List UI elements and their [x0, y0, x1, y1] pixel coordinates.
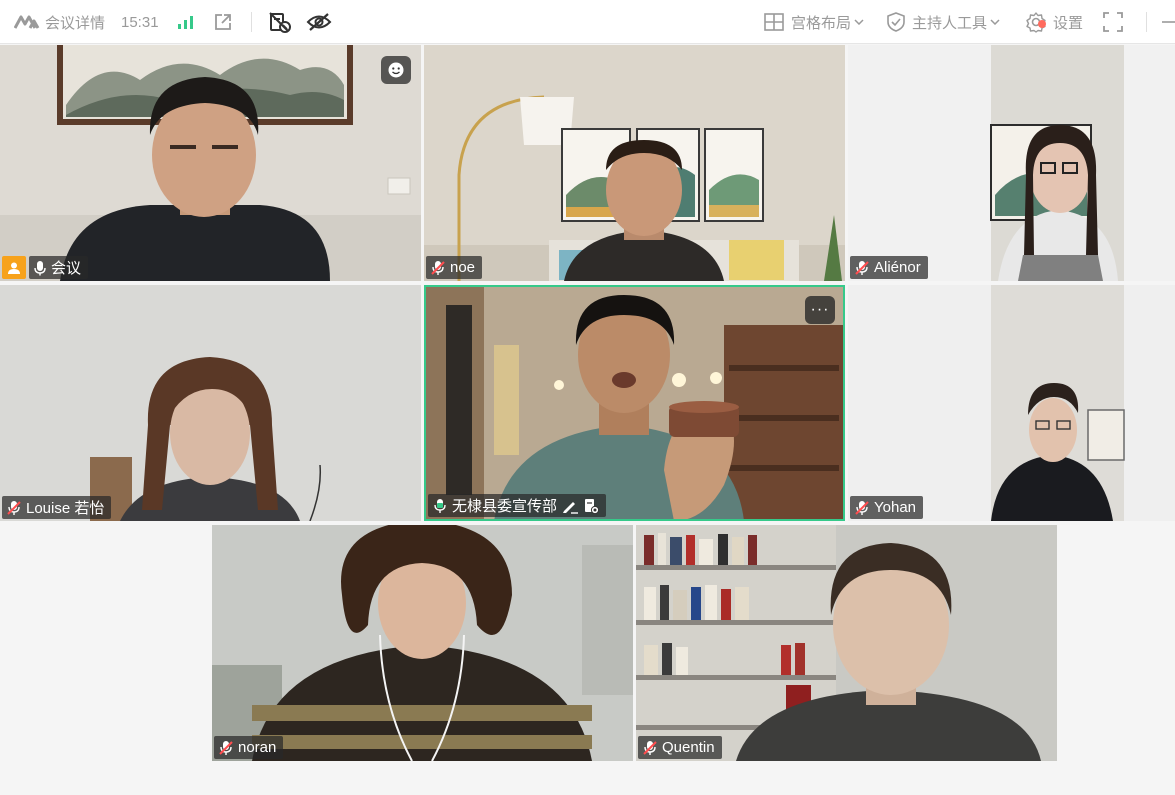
- meeting-time-label: 15:31: [121, 13, 159, 31]
- participant-video: [848, 45, 1175, 281]
- screen-record-off-icon[interactable]: [268, 0, 292, 44]
- participant-name-tag: Louise 若怡: [2, 496, 112, 519]
- participant-name-tag: 会议: [29, 256, 89, 279]
- participant-name: noe: [450, 259, 476, 276]
- participant-video: [424, 45, 845, 281]
- participant-name: Yohan: [874, 499, 916, 516]
- participant-video: [0, 45, 421, 281]
- microphone-icon: [34, 260, 46, 275]
- video-tile[interactable]: noran: [212, 525, 633, 761]
- grid-layout-button[interactable]: 宫格布局: [764, 0, 864, 44]
- grid-layout-icon: [764, 13, 784, 31]
- participant-name: noran: [238, 739, 277, 756]
- participant-name-tag: noran: [214, 736, 284, 759]
- participant-video: [212, 525, 633, 761]
- participant-video: [636, 525, 1057, 761]
- top-toolbar: 会议详情 15:31 宫格布局 主持人工具 设置: [0, 0, 1175, 44]
- participant-name: Aliénor: [874, 259, 921, 276]
- participant-name: Quentin: [662, 739, 715, 756]
- host-tools-label: 主持人工具: [912, 14, 988, 32]
- participant-name: 无棣县委宣传部: [452, 498, 558, 515]
- participant-name-tag: Quentin: [638, 736, 722, 759]
- participant-video: [848, 285, 1175, 521]
- video-tile[interactable]: 会议: [0, 45, 421, 281]
- video-tile-active-speaker[interactable]: ··· 无棣县委宣传部: [424, 285, 845, 521]
- host-badge-icon: [2, 256, 26, 279]
- chevron-down-icon: [854, 19, 864, 25]
- fullscreen-icon[interactable]: [1103, 0, 1123, 44]
- video-tile[interactable]: Aliénor: [848, 45, 1175, 281]
- microphone-speaking-icon: [434, 498, 446, 513]
- microphone-muted-icon: [431, 260, 445, 275]
- video-tile[interactable]: Yohan: [848, 285, 1175, 521]
- toolbar-divider: [251, 12, 252, 32]
- meeting-details-label: 会议详情: [45, 14, 106, 32]
- chevron-down-icon: [990, 19, 1000, 25]
- participant-name: Louise 若怡: [26, 500, 105, 517]
- participant-name-tag: 无棣县委宣传部: [428, 494, 607, 517]
- participant-video: [424, 285, 845, 521]
- meeting-time: 15:31: [121, 0, 159, 44]
- more-options-button[interactable]: ···: [805, 296, 835, 324]
- participant-name: 会议: [51, 260, 82, 277]
- participant-name-tag: Yohan: [850, 496, 923, 519]
- settings-label: 设置: [1053, 14, 1084, 32]
- microphone-muted-icon: [643, 740, 657, 755]
- microphone-muted-icon: [855, 260, 869, 275]
- microphone-muted-icon: [855, 500, 869, 515]
- video-tile[interactable]: Quentin: [636, 525, 1057, 761]
- app-logo-icon: [14, 0, 40, 44]
- more-dots-icon: ···: [810, 301, 830, 318]
- meeting-details-button[interactable]: 会议详情: [45, 0, 105, 44]
- annotation-pen-icon: [563, 501, 579, 514]
- host-tools-button[interactable]: 主持人工具: [887, 0, 1000, 44]
- microphone-muted-icon: [7, 500, 21, 515]
- settings-button[interactable]: 设置: [1025, 0, 1083, 44]
- share-external-icon[interactable]: [213, 0, 233, 44]
- notification-dot: [1038, 20, 1046, 28]
- signal-strength-icon[interactable]: [177, 0, 195, 44]
- video-tile[interactable]: noe: [424, 45, 845, 281]
- participant-name-tag: Aliénor: [850, 256, 928, 279]
- minimize-icon[interactable]: [1162, 0, 1175, 44]
- smiley-icon: [388, 62, 404, 78]
- video-tile[interactable]: Louise 若怡: [0, 285, 421, 521]
- toolbar-divider: [1146, 12, 1147, 32]
- microphone-muted-icon: [219, 740, 233, 755]
- shield-check-icon: [887, 12, 905, 32]
- emoji-reaction-button[interactable]: [381, 56, 411, 84]
- screen-record-icon: [585, 498, 600, 514]
- participant-name-tag: noe: [426, 256, 483, 279]
- hide-video-icon[interactable]: [306, 0, 332, 44]
- participant-video: [0, 285, 421, 521]
- grid-layout-label: 宫格布局: [791, 14, 852, 32]
